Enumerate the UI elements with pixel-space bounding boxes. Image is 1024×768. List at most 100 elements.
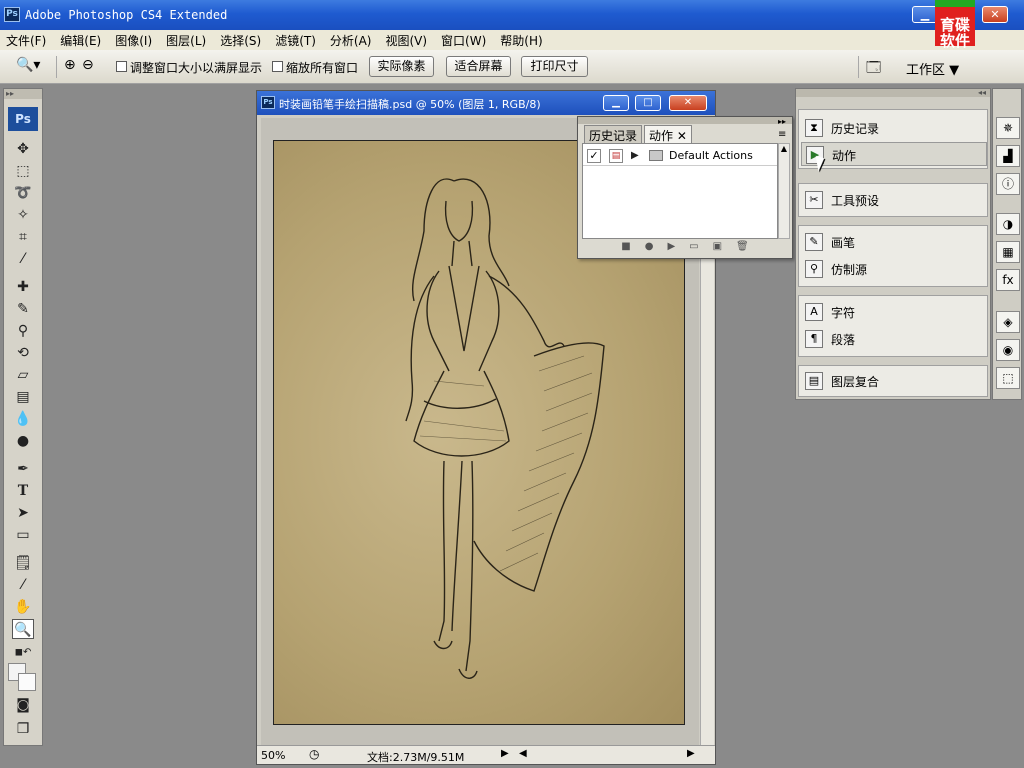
background-color-swatch[interactable] [18,673,36,691]
type-tool-icon[interactable]: T [12,481,34,501]
stop-icon[interactable]: ■ [621,241,630,255]
resize-windows-checkbox[interactable] [116,61,127,72]
resize-windows-label: 调整窗口大小以满屏显示 [130,61,263,75]
panel-grip[interactable]: ▸▸ [4,89,42,99]
workspace-icon[interactable]: 🗔 [866,57,881,77]
tab-close-icon[interactable]: ✕ [677,129,687,143]
watermark-logo: 育碟 软件 [935,0,975,49]
dock-grip[interactable]: ◂◂ [796,89,990,97]
history-brush-tool-icon[interactable]: ⟲ [12,343,34,363]
document-title-bar[interactable]: Ps 时装画铅笔手绘扫描稿.psd @ 50% (图层 1, RGB/8) ▁ … [257,91,715,115]
document-size: 文档:2.73M/9.51M [367,751,465,764]
status-arrow-icon[interactable]: ▶ [501,748,509,759]
tab-actions[interactable]: 动作 ✕ [644,125,692,145]
list-item[interactable]: ✓ ▤ ▶ Default Actions [583,146,777,166]
dock-item-layer-comps[interactable]: ▤ 图层复合 [801,369,987,393]
new-set-icon[interactable]: ▭ [689,241,698,255]
scroll-left-icon[interactable]: ◀ [519,748,527,759]
dock-item-label: 画笔 [831,236,856,250]
quick-mask-icon[interactable]: ◙ [12,695,34,715]
expand-triangle-icon[interactable]: ▶ [631,150,639,161]
dock-item-label: 图层复合 [831,375,880,389]
panel-menu-icon[interactable]: ≡ [778,129,786,140]
fit-screen-button[interactable]: 适合屏幕 [446,56,511,77]
healing-brush-tool-icon[interactable]: ✚ [12,277,34,297]
trash-icon[interactable]: 🗑 [736,241,749,255]
toggle-check-icon[interactable]: ✓ [587,149,601,163]
dock-item-history[interactable]: ⧗ 历史记录 [801,116,987,140]
crop-tool-icon[interactable]: ⌗ [12,227,34,247]
gradient-tool-icon[interactable]: ▤ [12,387,34,407]
panel-grip[interactable] [578,117,792,124]
zoom-tool-preset-icon[interactable]: 🔍▾ [16,57,40,77]
menu-layer[interactable]: 图层(L) [166,32,206,49]
photoshop-logo-icon: Ps [8,107,38,131]
workspace-dropdown[interactable]: 工作区 ▼ [906,59,959,78]
hand-tool-icon[interactable]: ✋ [12,597,34,617]
doc-minimize-button[interactable]: ▁ [603,95,629,111]
blur-tool-icon[interactable]: 💧 [12,409,34,429]
menu-help[interactable]: 帮助(H) [500,32,542,49]
dock-item-tool-presets[interactable]: ✂ 工具预设 [801,188,987,212]
info-icon[interactable]: ⓘ [996,173,1020,195]
actual-pixels-button[interactable]: 实际像素 [369,56,434,77]
move-tool-icon[interactable]: ✥ [12,139,34,159]
zoom-out-icon[interactable]: ⊖ [82,57,94,77]
doc-close-button[interactable]: ✕ [669,95,707,111]
dodge-tool-icon[interactable]: ● [12,431,34,451]
collapse-icon[interactable]: ▸▸ [778,117,786,126]
navigator-icon[interactable]: ✵ [996,117,1020,139]
eyedropper-3d-tool-icon[interactable]: ⁄ [12,575,34,595]
dock-item-character[interactable]: A 字符 [801,300,987,324]
menu-analysis[interactable]: 分析(A) [330,32,372,49]
menu-filter[interactable]: 滤镜(T) [275,32,316,49]
menu-window[interactable]: 窗口(W) [441,32,486,49]
dock-item-paragraph[interactable]: ¶ 段落 [801,327,987,351]
zoom-in-icon[interactable]: ⊕ [64,57,76,77]
channels-icon[interactable]: ◉ [996,339,1020,361]
marquee-tool-icon[interactable]: ⬚ [12,161,34,181]
paths-icon[interactable]: ⬚ [996,367,1020,389]
swatches-icon[interactable]: ▦ [996,241,1020,263]
scroll-right-icon[interactable]: ▶ [687,748,695,759]
tab-history[interactable]: 历史记录 [584,125,643,145]
dock-item-clone-source[interactable]: ⚲ 仿制源 [801,257,987,281]
screen-mode-icon[interactable]: ❐ [12,719,34,739]
zoom-level[interactable]: 50% [261,749,285,762]
path-selection-tool-icon[interactable]: ➤ [12,503,34,523]
styles-icon[interactable]: fx [996,269,1020,291]
brush-tool-icon[interactable]: ✎ [12,299,34,319]
actions-scrollbar[interactable]: ▲ [778,143,790,239]
lasso-tool-icon[interactable]: ➰ [12,183,34,203]
print-size-button[interactable]: 打印尺寸 [521,56,588,77]
play-icon[interactable]: ▶ [667,241,675,255]
notes-tool-icon[interactable]: 🗒 [12,553,34,573]
pen-tool-icon[interactable]: ✒ [12,459,34,479]
menu-file[interactable]: 文件(F) [6,32,46,49]
eyedropper-tool-icon[interactable]: ⁄ [12,249,34,269]
menu-edit[interactable]: 编辑(E) [60,32,101,49]
eraser-tool-icon[interactable]: ▱ [12,365,34,385]
magic-wand-tool-icon[interactable]: ✧ [12,205,34,225]
dock-item-label: 历史记录 [831,122,880,136]
dock-item-brushes[interactable]: ✎ 画笔 [801,230,987,254]
clone-stamp-tool-icon[interactable]: ⚲ [12,321,34,341]
dialog-toggle-icon[interactable]: ▤ [609,149,623,163]
new-action-icon[interactable]: ▣ [713,241,722,255]
menu-view[interactable]: 视图(V) [385,32,427,49]
swap-colors-icon[interactable]: ◼↶ [12,643,34,663]
menu-image[interactable]: 图像(I) [115,32,152,49]
menu-select[interactable]: 选择(S) [220,32,261,49]
dock-item-label: 仿制源 [831,263,868,277]
status-menu-icon[interactable]: ◷ [309,747,319,761]
shape-tool-icon[interactable]: ▭ [12,525,34,545]
dock-item-actions[interactable]: ▶ 动作 [801,142,987,166]
color-icon[interactable]: ◑ [996,213,1020,235]
doc-maximize-button[interactable]: □ [635,95,661,111]
zoom-tool-icon[interactable]: 🔍 [12,619,34,639]
histogram-icon[interactable]: ▟ [996,145,1020,167]
record-icon[interactable]: ● [645,241,654,255]
layers-icon[interactable]: ◈ [996,311,1020,333]
close-button[interactable]: ✕ [982,6,1008,23]
zoom-all-windows-checkbox[interactable] [272,61,283,72]
